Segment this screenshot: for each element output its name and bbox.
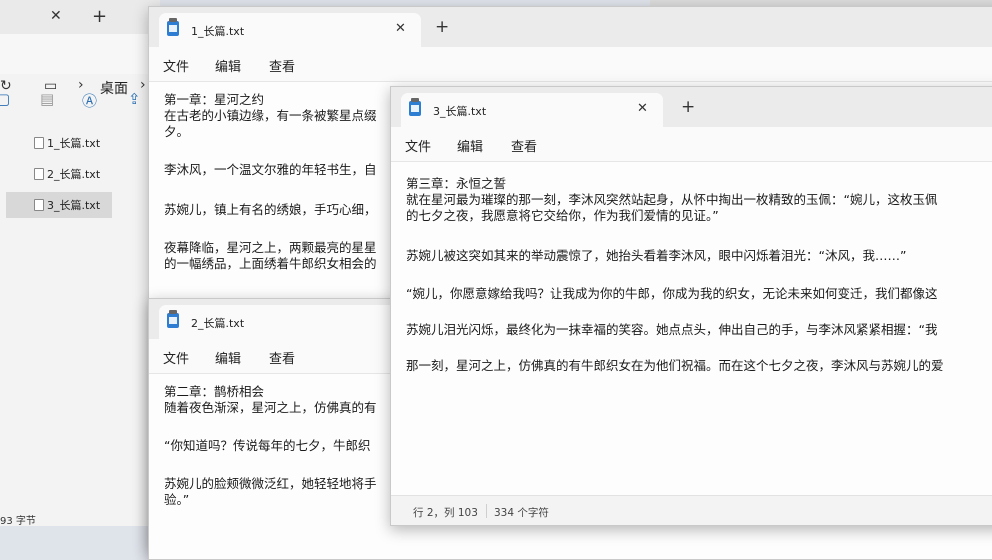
text-file-icon [34, 137, 44, 149]
file-list-item[interactable]: 2_长篇.txt [34, 161, 112, 187]
menu-file[interactable]: 文件 [405, 136, 431, 155]
tab-1-file[interactable]: 1_长篇.txt ✕ [159, 13, 421, 47]
text-line: 验。” [164, 492, 190, 507]
menu-view[interactable]: 查看 [269, 348, 295, 367]
text-line: 在古老的小镇边缘，有一条被繁星点缀 [164, 108, 377, 123]
file-name: 1_长篇.txt [47, 137, 101, 150]
text-line: “你知道吗？传说每年的七夕，牛郎织 [164, 438, 371, 453]
title-bar: 3_长篇.txt ✕ + [391, 87, 992, 127]
close-tab-icon[interactable]: ✕ [395, 21, 406, 36]
share-icon[interactable]: ⇪ [128, 90, 141, 108]
menu-bar: 文件 编辑 查看 [149, 47, 992, 81]
breadcrumb-desktop[interactable]: 桌面 [100, 78, 128, 98]
title-bar: 1_长篇.txt ✕ + [149, 7, 992, 47]
text-line: “婉儿，你愿意嫁给我吗？让我成为你的牛郎，你成为我的织女，无论未来如何变迁，我们… [406, 286, 938, 301]
menu-view[interactable]: 查看 [511, 136, 537, 155]
text-line: 夕。 [164, 124, 190, 139]
text-line: 夜幕降临，星河之上，两颗最亮的星星 [164, 240, 377, 255]
notepad-icon [167, 18, 179, 36]
text-line: 就在星河最为璀璨的那一刻，李沐风突然站起身，从怀中掏出一枚精致的玉佩：“婉儿，这… [406, 192, 938, 207]
text-editor-area[interactable]: 第三章：永恒之誓 就在星河最为璀璨的那一刻，李沐风突然站起身，从怀中掏出一枚精致… [391, 161, 992, 496]
file-list-item[interactable]: 1_长篇.txt [34, 130, 112, 156]
status-divider [486, 504, 487, 518]
explorer-tab-bar: ✕ + [0, 0, 160, 34]
character-count: 334 个字符 [494, 507, 549, 519]
text-line: 随着夜色渐深，星河之上，仿佛真的有 [164, 400, 377, 415]
text-line: 苏婉儿的脸颊微微泛红，她轻轻地将手 [164, 476, 377, 491]
close-icon[interactable]: ✕ [50, 8, 62, 24]
menu-bar: 文件 编辑 查看 [391, 127, 992, 161]
new-tab-icon[interactable]: + [435, 17, 449, 37]
text-file-icon [34, 168, 44, 180]
text-line: 李沐风，一个温文尔雅的年轻书生，自 [164, 162, 377, 177]
new-tab-icon[interactable]: + [681, 97, 695, 117]
text-line: 第三章：永恒之誓 [406, 176, 507, 191]
new-tab-icon[interactable]: + [92, 6, 107, 27]
text-line: 苏婉儿，镇上有名的绣娘，手巧心细， [164, 202, 377, 217]
paste-icon[interactable]: ▤ [40, 90, 54, 108]
text-line: 的一幅绣品，上面绣着牛郎织女相会的 [164, 256, 377, 271]
menu-edit[interactable]: 编辑 [215, 348, 241, 367]
close-tab-icon[interactable]: ✕ [637, 101, 648, 116]
status-bar: 行 2，列 103 334 个字符 [391, 495, 992, 525]
cursor-position: 行 2，列 103 [413, 507, 478, 519]
menu-file[interactable]: 文件 [163, 56, 189, 75]
text-line: 第二章：鹊桥相会 [164, 384, 265, 399]
tab-title: 2_长篇.txt [191, 317, 245, 330]
explorer-address-bar: ↻ ▭ › 桌面 › [0, 34, 160, 97]
file-list-item-selected[interactable]: 3_长篇.txt [6, 192, 112, 218]
breadcrumb-separator: › [140, 77, 146, 93]
notepad-icon [167, 310, 179, 328]
explorer-status-text: 93 字节 [0, 516, 36, 527]
text-line: 那一刻，星河之上，仿佛真的有牛郎织女在为他们祝福。而在这个七夕之夜，李沐风与苏婉… [406, 358, 944, 373]
file-explorer-window: ✕ + ↻ ▭ › 桌面 › ▢ ▤ Ⓐ ⇪ 1_长篇.txt 2_长篇.txt… [0, 0, 160, 527]
copy-icon[interactable]: ▢ [0, 90, 10, 108]
text-line: 苏婉儿泪光闪烁，最终化为一抹幸福的笑容。她点点头，伸出自己的手，与李沐风紧紧相握… [406, 322, 938, 337]
notepad-icon [409, 98, 421, 116]
notepad-window-3: 3_长篇.txt ✕ + 文件 编辑 查看 第三章：永恒之誓 就在星河最为璀璨的… [390, 86, 992, 526]
text-line: 的七夕之夜，我愿意将它交给你，作为我们爱情的见证。” [406, 208, 719, 223]
menu-edit[interactable]: 编辑 [215, 56, 241, 75]
tab-3-file[interactable]: 3_长篇.txt ✕ [401, 93, 663, 127]
rename-icon[interactable]: Ⓐ [82, 90, 97, 111]
file-name: 3_长篇.txt [47, 199, 101, 212]
text-line: 第一章：星河之约 [164, 92, 265, 107]
text-line: 苏婉儿被这突如其来的举动震惊了，她抬头看着李沐风，眼中闪烁着泪光：“沐风，我……… [406, 248, 907, 263]
tab-2-file[interactable]: 2_长篇.txt [159, 305, 421, 339]
file-name: 2_长篇.txt [47, 168, 101, 181]
menu-file[interactable]: 文件 [163, 348, 189, 367]
menu-view[interactable]: 查看 [269, 56, 295, 75]
tab-title: 3_长篇.txt [433, 105, 487, 118]
text-file-icon [34, 199, 44, 211]
menu-edit[interactable]: 编辑 [457, 136, 483, 155]
tab-title: 1_长篇.txt [191, 25, 245, 38]
